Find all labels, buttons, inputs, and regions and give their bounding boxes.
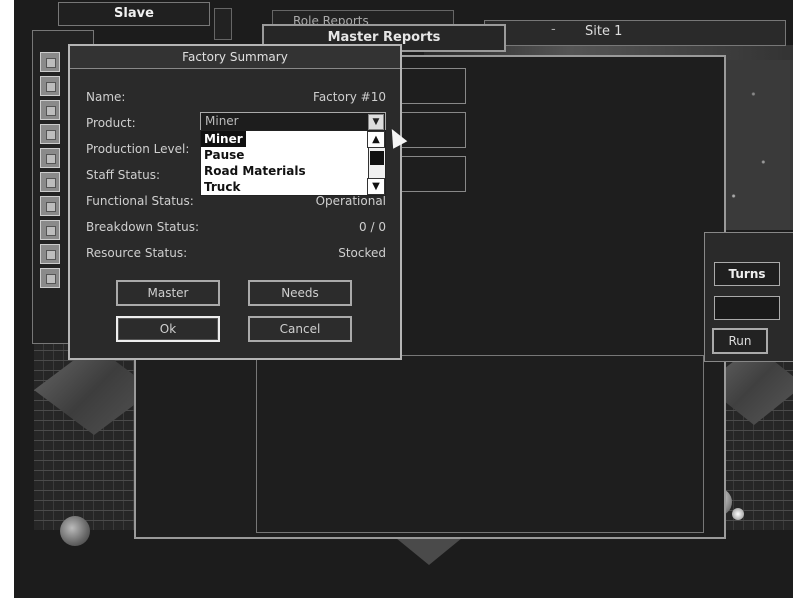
name-label: Name: — [86, 90, 126, 104]
product-label: Product: — [86, 116, 136, 130]
factory-summary-dialog: Factory Summary Name: Factory #10 Produc… — [68, 44, 408, 360]
dialog-title[interactable]: Factory Summary — [70, 46, 400, 69]
sidebar-button-3[interactable] — [40, 100, 60, 120]
needs-button[interactable]: Needs — [248, 280, 352, 306]
scrollbar-thumb[interactable] — [370, 151, 384, 165]
dropdown-option-pause[interactable]: Pause — [204, 147, 244, 163]
run-button[interactable]: Run — [712, 328, 768, 354]
resource-status-label: Resource Status: — [86, 246, 188, 260]
functional-status-label: Functional Status: — [86, 194, 194, 208]
sidebar-button-7[interactable] — [40, 196, 60, 216]
ok-button[interactable]: Ok — [116, 316, 220, 342]
product-select-value: Miner — [205, 114, 239, 128]
master-left-column — [134, 355, 257, 531]
report-field-2[interactable] — [394, 112, 466, 148]
turns-input[interactable] — [714, 296, 780, 320]
dropdown-option-miner[interactable]: Miner — [201, 131, 246, 147]
functional-status-value: Operational — [315, 194, 386, 208]
slave-tab[interactable]: Slave — [58, 2, 210, 26]
sidebar-button-10[interactable] — [40, 268, 60, 288]
dropdown-scrollbar[interactable]: ▲ ▼ — [367, 131, 385, 195]
breakdown-status-value: 0 / 0 — [359, 220, 386, 234]
scroll-down-arrow-icon[interactable]: ▼ — [367, 178, 385, 195]
sidebar-button-1[interactable] — [40, 52, 60, 72]
production-level-label: Production Level: — [86, 142, 190, 156]
name-value: Factory #10 — [313, 90, 386, 104]
sidebar-button-6[interactable] — [40, 172, 60, 192]
turns-label: Turns — [714, 262, 780, 286]
cancel-button[interactable]: Cancel — [248, 316, 352, 342]
sidebar-button-5[interactable] — [40, 148, 60, 168]
product-select[interactable]: Miner ▼ — [200, 112, 386, 132]
scroll-up-arrow-icon[interactable]: ▲ — [367, 131, 385, 148]
dropdown-option-road-materials[interactable]: Road Materials — [204, 163, 306, 179]
game-screen: Slave Role Reports - Site 1 Master Repor… — [14, 0, 793, 598]
sidebar-button-8[interactable] — [40, 220, 60, 240]
breakdown-status-label: Breakdown Status: — [86, 220, 200, 234]
master-button[interactable]: Master — [116, 280, 220, 306]
dropdown-option-truck[interactable]: Truck — [204, 179, 240, 195]
site-tab[interactable]: - Site 1 — [484, 20, 786, 46]
moon-orb — [732, 508, 744, 520]
sidebar-button-4[interactable] — [40, 124, 60, 144]
site-label: Site 1 — [585, 24, 623, 39]
sidebar-button-2[interactable] — [40, 76, 60, 96]
staff-status-label: Staff Status: — [86, 168, 161, 182]
planet-orb-left — [60, 516, 90, 546]
product-dropdown-list[interactable]: Miner Pause Road Materials Truck ▲ ▼ — [200, 130, 386, 196]
resource-status-value: Stocked — [338, 246, 386, 260]
tab-divider — [214, 8, 232, 40]
site-dash: - — [551, 22, 556, 37]
sidebar-button-9[interactable] — [40, 244, 60, 264]
report-field-1[interactable] — [394, 68, 466, 104]
master-reports-pane — [256, 355, 704, 533]
chevron-down-icon[interactable]: ▼ — [368, 114, 384, 130]
report-field-3[interactable] — [394, 156, 466, 192]
